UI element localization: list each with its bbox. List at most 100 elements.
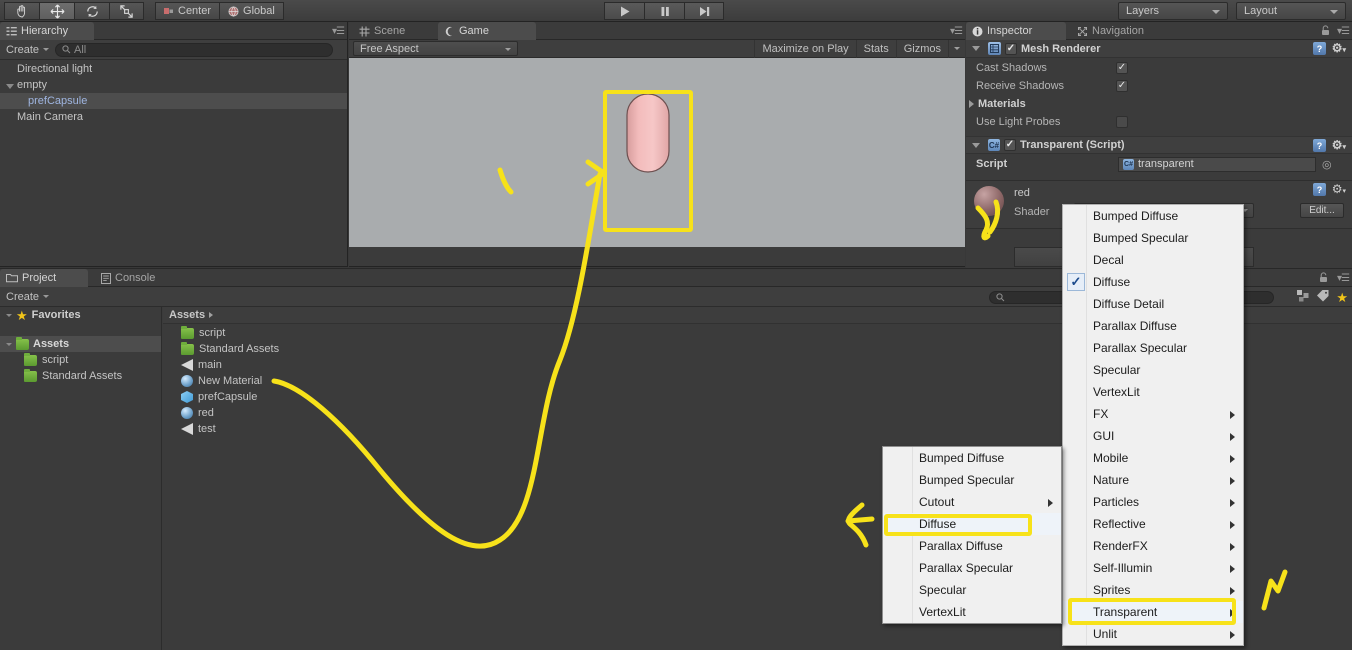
asset-label: test: [198, 423, 216, 435]
menu-item-fx[interactable]: FX: [1063, 403, 1243, 425]
menu-item-self-illumin[interactable]: Self-Illumin: [1063, 557, 1243, 579]
submenu-item-diffuse[interactable]: Diffuse: [883, 513, 1061, 535]
tab-project[interactable]: Project: [0, 269, 88, 287]
hierarchy-panel-menu-icon[interactable]: ▾☰: [332, 26, 345, 37]
project-lock-icon[interactable]: [1319, 272, 1328, 286]
row-materials[interactable]: Materials: [966, 95, 1352, 113]
menu-item-label: Specular: [919, 583, 967, 597]
tab-scene[interactable]: Scene: [353, 22, 431, 40]
menu-item-label: GUI: [1093, 429, 1115, 443]
tab-game[interactable]: Game: [438, 22, 536, 40]
component-header-transparent-script[interactable]: C# ✓ Transparent (Script) ? ⚙▾: [966, 136, 1352, 154]
foldout-open-icon[interactable]: [972, 142, 980, 148]
hierarchy-item-main-camera[interactable]: Main Camera: [0, 109, 347, 125]
help-icon[interactable]: ?: [1313, 183, 1326, 196]
shader-edit-button[interactable]: Edit...: [1300, 203, 1344, 218]
cast-shadows-checkbox[interactable]: ✓: [1116, 62, 1128, 74]
component-header-mesh-renderer[interactable]: ✓ Mesh Renderer ? ⚙▾: [966, 40, 1352, 58]
mesh-renderer-enabled-checkbox[interactable]: ✓: [1005, 42, 1017, 55]
use-light-probes-checkbox[interactable]: [1116, 116, 1128, 128]
inspector-panel-menu-icon[interactable]: ▾☰: [1337, 26, 1350, 37]
filter-by-label-icon[interactable]: [1316, 289, 1330, 306]
menu-item-particles[interactable]: Particles: [1063, 491, 1243, 513]
inspector-lock-icon[interactable]: [1321, 25, 1330, 39]
tab-inspector[interactable]: Inspector: [966, 22, 1066, 40]
hierarchy-item-prefcapsule[interactable]: prefCapsule: [0, 93, 347, 109]
tab-navigation[interactable]: Navigation: [1071, 22, 1175, 40]
hierarchy-search-input[interactable]: All: [55, 42, 333, 57]
menu-item-transparent[interactable]: Transparent: [1063, 601, 1243, 623]
menu-item-reflective[interactable]: Reflective: [1063, 513, 1243, 535]
filter-by-type-icon[interactable]: [1296, 289, 1310, 306]
submenu-item-cutout[interactable]: Cutout: [883, 491, 1061, 513]
gear-icon[interactable]: ⚙▾: [1332, 42, 1346, 54]
step-button[interactable]: [684, 2, 724, 20]
stats-toggle[interactable]: Stats: [855, 39, 896, 58]
foldout-open-icon[interactable]: [6, 342, 12, 346]
gizmos-dropdown[interactable]: Gizmos: [895, 39, 948, 58]
help-icon[interactable]: ?: [1313, 139, 1326, 152]
gear-icon[interactable]: ⚙▾: [1332, 183, 1346, 195]
submenu-item-bumped-specular[interactable]: Bumped Specular: [883, 469, 1061, 491]
gizmos-chevron-button[interactable]: [948, 39, 965, 58]
layout-dropdown[interactable]: Layout: [1236, 2, 1346, 20]
game-render-canvas[interactable]: [349, 58, 965, 247]
maximize-on-play-toggle[interactable]: Maximize on Play: [754, 39, 855, 58]
menu-item-unlit[interactable]: Unlit: [1063, 623, 1243, 645]
project-tree-item-standard-assets[interactable]: Standard Assets: [0, 368, 161, 384]
project-tree-item-script[interactable]: script: [0, 352, 161, 368]
submenu-item-parallax-specular[interactable]: Parallax Specular: [883, 557, 1061, 579]
scale-tool-button[interactable]: [109, 2, 144, 20]
foldout-open-icon[interactable]: [6, 313, 12, 317]
menu-item-parallax-specular[interactable]: Parallax Specular: [1063, 337, 1243, 359]
asset-label: main: [198, 359, 222, 371]
hierarchy-create-button[interactable]: Create: [6, 44, 50, 56]
foldout-open-icon[interactable]: [972, 46, 980, 51]
tab-hierarchy[interactable]: Hierarchy: [0, 22, 94, 40]
script-picker-icon[interactable]: ◎: [1322, 158, 1332, 171]
aspect-ratio-dropdown[interactable]: Free Aspect: [353, 41, 518, 56]
favorite-star-icon[interactable]: ★: [1336, 291, 1348, 304]
foldout-open-icon[interactable]: [6, 83, 14, 89]
menu-item-sprites[interactable]: Sprites: [1063, 579, 1243, 601]
gear-icon[interactable]: ⚙▾: [1332, 139, 1346, 151]
submenu-item-bumped-diffuse[interactable]: Bumped Diffuse: [883, 447, 1061, 469]
receive-shadows-checkbox[interactable]: ✓: [1116, 80, 1128, 92]
menu-item-gui[interactable]: GUI: [1063, 425, 1243, 447]
hierarchy-item-empty[interactable]: empty: [0, 77, 347, 93]
gameview-panel-menu-icon[interactable]: ▾☰: [950, 26, 963, 37]
submenu-item-specular[interactable]: Specular: [883, 579, 1061, 601]
project-favorites-row[interactable]: ★ Favorites: [0, 307, 161, 323]
project-create-button[interactable]: Create: [6, 291, 50, 303]
menu-item-parallax-diffuse[interactable]: Parallax Diffuse: [1063, 315, 1243, 337]
foldout-closed-icon[interactable]: [969, 100, 974, 108]
pivot-global-button[interactable]: Global: [219, 2, 284, 20]
menu-item-bumped-diffuse[interactable]: Bumped Diffuse: [1063, 205, 1243, 227]
menu-item-diffuse-detail[interactable]: Diffuse Detail: [1063, 293, 1243, 315]
hierarchy-item-directional-light[interactable]: Directional light: [0, 61, 347, 77]
menu-item-bumped-specular[interactable]: Bumped Specular: [1063, 227, 1243, 249]
submenu-item-vertexlit[interactable]: VertexLit: [883, 601, 1061, 623]
hand-tool-button[interactable]: [4, 2, 39, 20]
project-panel-menu-icon[interactable]: ▾☰: [1337, 273, 1350, 284]
pause-button[interactable]: [644, 2, 684, 20]
menu-item-mobile[interactable]: Mobile: [1063, 447, 1243, 469]
project-tree-item-assets[interactable]: Assets: [0, 336, 161, 352]
pivot-center-button[interactable]: Center: [155, 2, 220, 20]
submenu-item-parallax-diffuse[interactable]: Parallax Diffuse: [883, 535, 1061, 557]
transparent-script-enabled-checkbox[interactable]: ✓: [1004, 139, 1016, 151]
tab-console[interactable]: Console: [95, 269, 183, 287]
menu-item-diffuse[interactable]: ✓ Diffuse: [1063, 271, 1243, 293]
menu-item-specular[interactable]: Specular: [1063, 359, 1243, 381]
layers-dropdown[interactable]: Layers: [1118, 2, 1228, 20]
script-object-field[interactable]: C# transparent: [1118, 156, 1316, 172]
menu-item-nature[interactable]: Nature: [1063, 469, 1243, 491]
rotate-tool-button[interactable]: [74, 2, 109, 20]
move-tool-button[interactable]: [39, 2, 74, 20]
menu-item-decal[interactable]: Decal: [1063, 249, 1243, 271]
menu-item-renderfx[interactable]: RenderFX: [1063, 535, 1243, 557]
menu-item-vertexlit[interactable]: VertexLit: [1063, 381, 1243, 403]
help-icon[interactable]: ?: [1313, 42, 1326, 55]
layers-label: Layers: [1126, 5, 1160, 17]
play-button[interactable]: [604, 2, 644, 20]
